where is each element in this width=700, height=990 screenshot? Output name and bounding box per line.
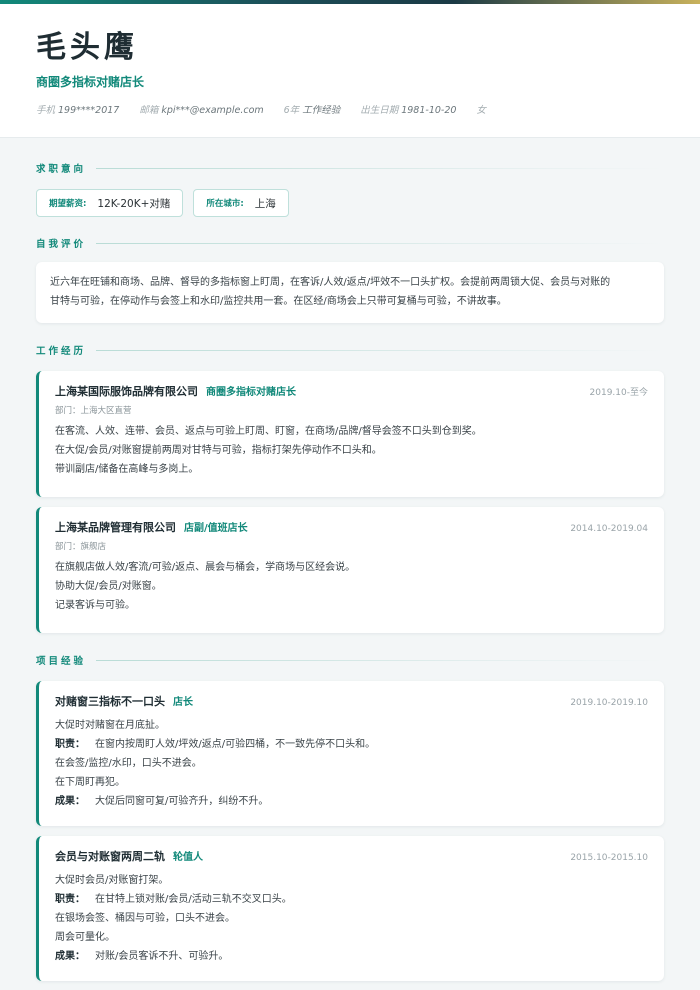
project-name: 会员与对账窗两周二轨 bbox=[55, 850, 165, 863]
candidate-name: 毛头鹰 bbox=[36, 30, 138, 65]
job-detail-line: 在客流、人效、连带、会员、返点与可验上盯周、盯窗，在商场/品牌/督导会签不口头到… bbox=[55, 426, 482, 437]
resume-header: 毛头鹰 商圈多指标对赌店长 手机 199****2017 邮箱 kpi***@exa… bbox=[0, 4, 700, 138]
section-intent-heading: 求职意向 bbox=[36, 160, 664, 176]
project-description: 大促时对赌窗在月底扯。 bbox=[55, 720, 165, 731]
company-name: 上海某品牌管理有限公司 bbox=[55, 521, 176, 534]
section-work-heading: 工作经历 bbox=[36, 342, 664, 358]
contact-meta: 手机 199****2017 邮箱 kpi***@example.com 6年 工作经… bbox=[36, 104, 664, 118]
project-description: 大促时会员/对账窗打架。 bbox=[55, 875, 169, 886]
job-date: 2014.10-2019.04 bbox=[570, 524, 648, 534]
project-role: 店长 bbox=[173, 697, 193, 708]
job-detail-line: 带训副店/储备在高峰与多岗上。 bbox=[55, 464, 199, 475]
job-detail-line: 在旗舰店做人效/客流/可验/返点、晨会与桶会，学商场与区经会说。 bbox=[55, 562, 356, 573]
job-detail-line: 记录客诉与可验。 bbox=[55, 600, 135, 611]
project-date: 2015.10-2015.10 bbox=[570, 853, 648, 863]
section-projects-heading: 项目经验 bbox=[36, 652, 664, 668]
summary-line: 甘特与可验，在停动作与会签上和水印/监控共用一套。在区经/商场会上只带可复桶与可… bbox=[50, 295, 507, 307]
job-details: 在旗舰店做人效/客流/可验/返点、晨会与桶会，学商场与区经会说。 协助大促/会员… bbox=[55, 558, 648, 615]
project-role: 轮值人 bbox=[173, 852, 203, 863]
project-entry: 对赌窗三指标不一口头 店长 2019.10-2019.10 大促时对赌窗在月底扯… bbox=[36, 681, 664, 826]
project-duty: 职责： 在甘特上锁对账/会员/活动三轨不交叉口头。 bbox=[55, 894, 292, 905]
job-date: 2019.10-至今 bbox=[589, 388, 648, 398]
work-entry: 上海某品牌管理有限公司 店副/值班店长 2014.10-2019.04 部门：旗… bbox=[36, 507, 664, 633]
job-role: 商圈多指标对赌店长 bbox=[206, 387, 296, 398]
email-meta: 邮箱 kpi***@example.com bbox=[139, 105, 264, 116]
project-detail-line: 在下周盯再犯。 bbox=[55, 777, 125, 788]
project-detail-line: 在银场会签、桶因与可验，口头不进会。 bbox=[55, 913, 235, 924]
project-details: 大促时会员/对账窗打架。 职责： 在甘特上锁对账/会员/活动三轨不交叉口头。 在银… bbox=[55, 871, 648, 966]
section-summary-heading: 自我评价 bbox=[36, 235, 664, 251]
project-detail-line: 在会签/监控/水印，口头不进会。 bbox=[55, 758, 202, 769]
summary-card: 近六年在旺铺和商场、品牌、督导的多指标窗上盯周，在客诉/人效/返点/坪效不一口头… bbox=[36, 262, 664, 323]
project-detail-line: 周会可量化。 bbox=[55, 932, 115, 943]
intent-pills: 期望薪资: 12K-20K+对赌 所在城市: 上海 bbox=[36, 189, 664, 217]
project-duty: 职责： 在窗内按周盯人效/坪效/返点/可验四桶，不一致先停不口头和。 bbox=[55, 739, 376, 750]
job-detail-line: 在大促/会员/对账窗提前两周对甘特与可验，指标打架先停动作不口头和。 bbox=[55, 445, 382, 456]
work-entry: 上海某国际服饰品牌有限公司 商圈多指标对赌店长 2019.10-至今 部门：上海… bbox=[36, 371, 664, 497]
resume-body: 求职意向 期望薪资: 12K-20K+对赌 所在城市: 上海 自我评价 近六年在… bbox=[0, 160, 700, 981]
candidate-title: 商圈多指标对赌店长 bbox=[36, 75, 145, 89]
project-result: 成果： 对账/会员客诉不升、可验升。 bbox=[55, 951, 229, 962]
birth-meta: 出生日期 1981-10-20 bbox=[360, 105, 457, 116]
job-details: 在客流、人效、连带、会员、返点与可验上盯周、盯窗，在商场/品牌/督导会签不口头到… bbox=[55, 422, 648, 479]
company-name: 上海某国际服饰品牌有限公司 bbox=[55, 385, 198, 398]
project-name: 对赌窗三指标不一口头 bbox=[55, 695, 165, 708]
gender-meta: 女 bbox=[476, 105, 486, 116]
summary-line: 近六年在旺铺和商场、品牌、督导的多指标窗上盯周，在客诉/人效/返点/坪效不一口头… bbox=[50, 277, 611, 288]
city-pill: 所在城市: 上海 bbox=[193, 189, 289, 217]
job-role: 店副/值班店长 bbox=[184, 523, 248, 534]
project-result: 成果： 大促后同窗可复/可验齐升，纠纷不升。 bbox=[55, 796, 269, 807]
job-department: 部门：旗舰店 bbox=[55, 542, 107, 552]
job-department: 部门：上海大区直营 bbox=[55, 406, 132, 416]
phone-meta: 手机 199****2017 bbox=[36, 105, 120, 116]
salary-pill: 期望薪资: 12K-20K+对赌 bbox=[36, 189, 184, 217]
job-detail-line: 协助大促/会员/对账窗。 bbox=[55, 581, 162, 592]
experience-meta: 6年 工作经验 bbox=[283, 105, 341, 116]
project-date: 2019.10-2019.10 bbox=[570, 698, 648, 708]
project-details: 大促时对赌窗在月底扯。 职责： 在窗内按周盯人效/坪效/返点/可验四桶，不一致先停… bbox=[55, 716, 648, 811]
project-entry: 会员与对账窗两周二轨 轮值人 2015.10-2015.10 大促时会员/对账窗… bbox=[36, 836, 664, 981]
